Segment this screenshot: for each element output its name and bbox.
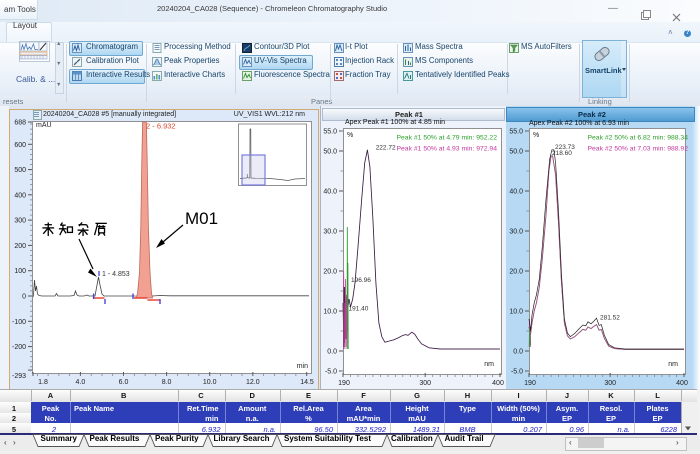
svg-text:-100: -100 — [12, 319, 26, 326]
svg-text:0.0: 0.0 — [327, 349, 337, 356]
svg-text:55.0: 55.0 — [509, 129, 523, 136]
svg-text:1 - 4.853: 1 - 4.853 — [102, 271, 130, 278]
svg-text:190: 190 — [524, 380, 536, 387]
svg-text:nm: nm — [484, 361, 494, 368]
svg-text:300: 300 — [419, 380, 431, 387]
svg-text:30.0: 30.0 — [323, 229, 337, 236]
svg-text:6.0: 6.0 — [119, 379, 129, 386]
svg-text:2 - 6.932: 2 - 6.932 — [146, 122, 176, 131]
svg-text:30.0: 30.0 — [509, 229, 523, 236]
svg-text:50.0: 50.0 — [509, 149, 523, 156]
svg-text:1.8: 1.8 — [38, 379, 48, 386]
svg-text:50.0: 50.0 — [323, 149, 337, 156]
svg-text:4.0: 4.0 — [76, 379, 86, 386]
svg-text:222.72: 222.72 — [376, 145, 396, 152]
svg-text:55.0: 55.0 — [323, 129, 337, 136]
svg-text:400: 400 — [492, 380, 504, 387]
svg-text:10.0: 10.0 — [509, 309, 523, 316]
svg-text:0.0: 0.0 — [513, 349, 523, 356]
svg-text:%: % — [533, 132, 539, 139]
svg-text:400: 400 — [14, 192, 26, 199]
svg-text:8.0: 8.0 — [162, 379, 172, 386]
svg-text:20.0: 20.0 — [323, 269, 337, 276]
svg-text:200: 200 — [14, 243, 26, 250]
svg-text:%: % — [347, 132, 353, 139]
svg-text:-5.0: -5.0 — [511, 369, 523, 376]
svg-text:Peak #1 50% at 4.93 min: 972.9: Peak #1 50% at 4.93 min: 972.94 — [396, 146, 497, 153]
svg-text:191.40: 191.40 — [349, 306, 369, 313]
svg-text:-293: -293 — [12, 373, 26, 380]
svg-text:Peak #2 50% at 6.82 min: 988.3: Peak #2 50% at 6.82 min: 988.34 — [587, 135, 688, 142]
svg-text:100: 100 — [14, 268, 26, 275]
svg-text:12.0: 12.0 — [246, 379, 260, 386]
svg-text:10.0: 10.0 — [203, 379, 217, 386]
svg-text:40.0: 40.0 — [323, 189, 337, 196]
svg-text:-200: -200 — [12, 344, 26, 351]
svg-text:300: 300 — [14, 218, 26, 225]
svg-text:500: 500 — [14, 167, 26, 174]
svg-text:10.0: 10.0 — [323, 309, 337, 316]
svg-text:mAU: mAU — [36, 122, 52, 129]
svg-text:min: min — [297, 363, 308, 370]
svg-text:196.96: 196.96 — [351, 277, 371, 284]
svg-text:300: 300 — [604, 380, 616, 387]
svg-text:688: 688 — [14, 120, 26, 127]
svg-text:M01: M01 — [185, 209, 218, 228]
svg-text:-5.0: -5.0 — [325, 369, 337, 376]
svg-text:281.52: 281.52 — [600, 315, 620, 322]
svg-text:0: 0 — [22, 294, 26, 301]
svg-text:14.5: 14.5 — [300, 379, 314, 386]
svg-text:nm: nm — [668, 361, 678, 368]
svg-text:Peak #1 50% at 4.79 min: 952.2: Peak #1 50% at 4.79 min: 952.22 — [396, 135, 497, 142]
svg-text:190: 190 — [338, 380, 350, 387]
svg-text:Peak #2 50% at 7.03 min: 988.9: Peak #2 50% at 7.03 min: 988.92 — [587, 146, 688, 153]
svg-text:20.0: 20.0 — [509, 269, 523, 276]
svg-text:600: 600 — [14, 142, 26, 149]
svg-text:400: 400 — [676, 380, 688, 387]
svg-text:40.0: 40.0 — [509, 189, 523, 196]
